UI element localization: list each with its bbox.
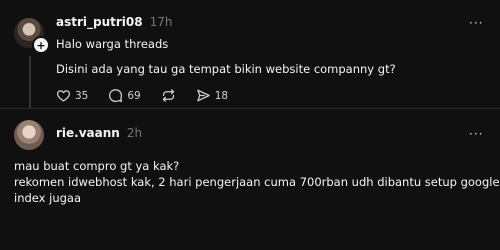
post-header: astri_putri08 17h	[56, 15, 172, 29]
thread-connector-line	[28, 56, 31, 108]
reply-header: rie.vaann 2h	[56, 126, 142, 140]
post-text-line-1: Halo warga threads	[56, 37, 169, 51]
reply-text-line-2: rekomen idwebhost kak, 2 hari pengerjaan…	[14, 175, 500, 189]
reply-avatar[interactable]	[14, 120, 44, 150]
thread-divider	[0, 108, 500, 109]
like-count: 35	[75, 89, 89, 102]
reply-username[interactable]: rie.vaann	[56, 126, 120, 140]
repost-icon	[162, 89, 174, 102]
repost-button[interactable]	[161, 88, 176, 103]
comment-bubble-icon	[109, 89, 123, 103]
share-button[interactable]: 18	[196, 88, 228, 103]
post-text-line-2: Disini ada yang tau ga tempat bikin webs…	[56, 62, 396, 76]
share-count: 18	[214, 89, 229, 102]
comment-button[interactable]: 69	[108, 88, 141, 103]
send-icon	[197, 89, 210, 102]
post-action-bar: 35 69 18	[56, 88, 248, 103]
reply-text-line-1: mau buat compro gt ya kak?	[14, 159, 180, 173]
post-username[interactable]: astri_putri08	[56, 15, 143, 29]
post-timestamp: 17h	[149, 15, 173, 29]
reply-more-options-button[interactable]: ···	[469, 127, 483, 141]
heart-icon	[56, 90, 71, 102]
follow-button[interactable]: +	[32, 36, 50, 54]
reply-text-line-3: index jugaa	[14, 191, 81, 205]
post-more-options-button[interactable]: ···	[469, 16, 483, 30]
reply-timestamp: 2h	[126, 126, 143, 140]
like-button[interactable]: 35	[56, 88, 88, 103]
comment-count: 69	[127, 89, 141, 102]
plus-icon: +	[36, 38, 46, 52]
